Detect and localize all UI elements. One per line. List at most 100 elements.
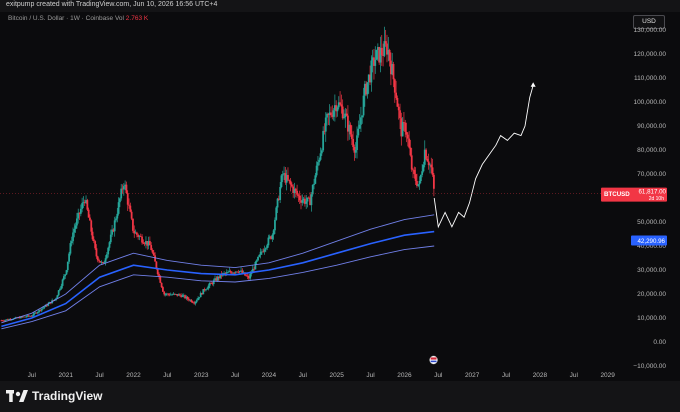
price-chart[interactable]: 130,000.00 120,000.00 110,000.00 100,000.00… — [0, 0, 680, 381]
band-value-label: 42,290.96 — [637, 238, 665, 245]
candle-body — [339, 102, 341, 105]
price-tick-label: 130,000.00 — [633, 27, 666, 34]
price-tick-label: 100,000.00 — [633, 99, 666, 106]
candle-body — [399, 110, 401, 119]
candle-body — [271, 234, 274, 239]
candle-body — [227, 272, 229, 273]
time-tick-label: Jul — [366, 372, 375, 379]
candle-body — [95, 248, 98, 257]
candle-body — [313, 183, 315, 185]
last-price-value: 61,817.00 — [638, 188, 666, 195]
candle-body — [320, 150, 323, 154]
candle-body — [257, 256, 259, 261]
candle-body — [186, 296, 189, 300]
candle-body — [128, 204, 130, 206]
candle-body — [322, 130, 325, 151]
price-tick-label: 90,000.00 — [637, 123, 666, 130]
candle-body — [254, 261, 257, 270]
candle-body — [332, 110, 335, 117]
candle-body — [336, 107, 339, 112]
candle-body — [65, 270, 68, 275]
candle-body — [311, 184, 314, 195]
candle-body — [427, 161, 430, 166]
candle-body — [366, 82, 369, 95]
candle-body — [197, 297, 199, 301]
time-tick-label: 2026 — [397, 372, 412, 379]
time-tick-label: Jul — [28, 372, 37, 379]
time-tick-label: 2029 — [600, 372, 615, 379]
candle-body — [233, 272, 236, 274]
candle-body — [406, 134, 409, 139]
price-tick-label: 20,000.00 — [637, 291, 666, 298]
candle-body — [56, 295, 59, 299]
candle-body — [274, 219, 276, 231]
candle-body — [81, 203, 84, 209]
candle-body — [152, 252, 155, 256]
candle-body — [154, 255, 156, 262]
candle-body — [74, 225, 77, 229]
candle-body — [356, 135, 358, 150]
candle-body — [109, 234, 112, 243]
candle-body — [426, 158, 429, 162]
candle-body — [401, 122, 404, 137]
candle-body — [141, 236, 143, 243]
candle-body — [129, 205, 132, 212]
time-tick-label: Jul — [231, 372, 240, 379]
price-tick-label: 70,000.00 — [637, 171, 666, 178]
candle-body — [330, 112, 332, 116]
candle-body — [315, 165, 318, 176]
candle-body — [263, 249, 266, 252]
candle-body — [62, 276, 65, 280]
time-tick-label: Jul — [502, 372, 511, 379]
flag-stripe — [430, 360, 437, 363]
candle-body — [33, 313, 35, 316]
candle-body — [375, 50, 378, 60]
projection-path — [433, 85, 534, 229]
time-tick-label: Jul — [299, 372, 308, 379]
candle-body — [150, 245, 153, 251]
candle-body — [87, 209, 90, 218]
candle-body — [162, 287, 164, 292]
candles-layer — [0, 26, 435, 322]
candle-body — [125, 184, 128, 194]
candle-body — [86, 200, 89, 210]
candle-body — [417, 184, 420, 186]
candle-body — [104, 258, 107, 263]
candle-body — [287, 175, 289, 180]
candle-body — [36, 311, 39, 314]
candle-body — [281, 174, 284, 176]
candle-body — [352, 138, 355, 148]
candle-body — [207, 285, 210, 289]
candle-body — [380, 47, 383, 56]
candle-body — [190, 299, 193, 303]
time-tick-label: 2023 — [194, 372, 209, 379]
candle-body — [148, 241, 151, 246]
candle-body — [70, 241, 73, 244]
candle-body — [68, 253, 71, 262]
candle-body — [195, 300, 198, 302]
candle-body — [155, 261, 158, 269]
candle-body — [349, 124, 352, 135]
candle-body — [69, 243, 72, 254]
price-tick-label: 30,000.00 — [637, 267, 666, 274]
brand-name: TradingView — [32, 389, 103, 403]
candle-body — [171, 294, 173, 296]
price-tick-label: 50,000.00 — [637, 219, 666, 226]
candle-body — [430, 164, 433, 168]
candle-body — [289, 180, 292, 185]
price-tick-label: −10,000.00 — [633, 363, 666, 370]
candle-body — [91, 231, 94, 240]
candle-body — [388, 49, 391, 61]
band-lower-line — [1, 245, 435, 330]
candle-body — [432, 174, 435, 189]
candle-body — [198, 297, 201, 298]
candle-body — [343, 117, 345, 119]
candle-body — [404, 122, 407, 132]
candle-body — [42, 307, 44, 309]
candle-body — [206, 288, 209, 290]
candle-body — [31, 315, 34, 317]
candle-body — [305, 201, 308, 204]
candle-body — [357, 128, 360, 136]
time-tick-label: Jul — [95, 372, 104, 379]
last-price-countdown: 2d 10h — [649, 196, 665, 202]
